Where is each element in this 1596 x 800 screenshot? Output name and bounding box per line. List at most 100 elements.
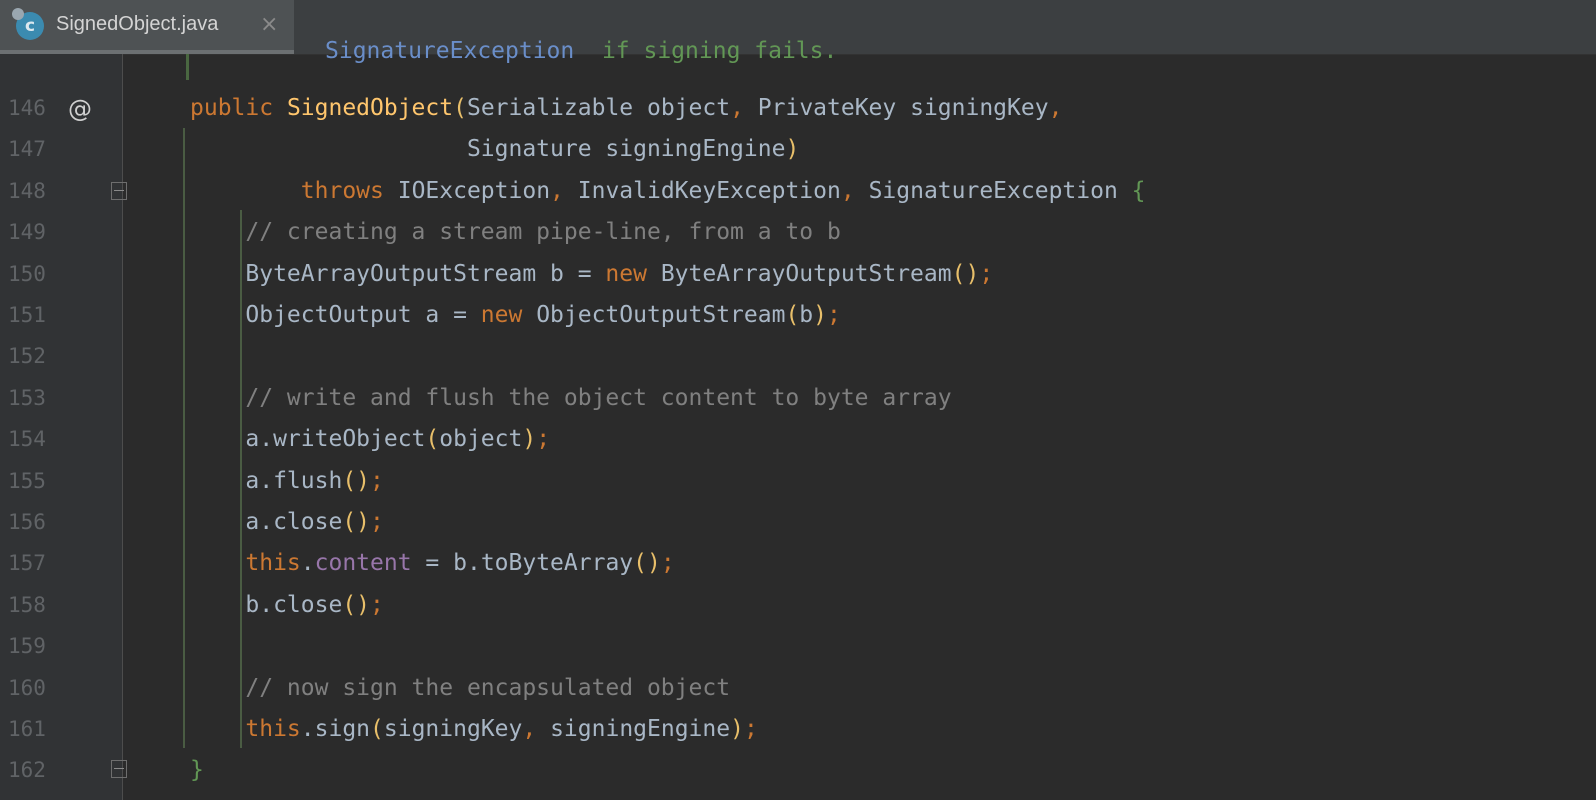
- code-token: ;: [370, 509, 384, 535]
- code-token: ,: [730, 95, 758, 121]
- code-token: ,: [522, 716, 551, 742]
- code-token: .sign: [300, 716, 371, 742]
- code-line[interactable]: 155 a.flush();: [0, 460, 1596, 502]
- code-token: ByteArrayOutputStream: [660, 260, 952, 287]
- code-line[interactable]: 153 // write and flush the object conten…: [0, 377, 1596, 419]
- code-token: // creating a stream pipe-line, from a t…: [190, 219, 841, 246]
- code-token: SignedObject: [286, 95, 454, 121]
- code-text: // write and flush the object content to…: [190, 377, 952, 419]
- code-text: ObjectOutput a = new ObjectOutputStream(…: [190, 294, 841, 336]
- code-token: ): [785, 136, 800, 163]
- line-number: 159: [8, 634, 46, 659]
- code-token: // now sign the encapsulated object: [190, 674, 731, 701]
- code-text: b.close();: [190, 584, 384, 626]
- code-token: new: [480, 302, 537, 328]
- code-token: (): [342, 591, 371, 618]
- code-token: ,: [840, 177, 869, 204]
- code-text: Signature signingEngine): [190, 128, 799, 170]
- code-token: (: [425, 426, 440, 453]
- code-token: ): [522, 426, 537, 453]
- code-token: (): [342, 467, 371, 494]
- code-token: this: [190, 716, 301, 742]
- code-text: a.writeObject(object);: [190, 418, 550, 460]
- code-text: throws IOException, InvalidKeyException,…: [190, 170, 1146, 212]
- code-editor[interactable]: 146 public SignedObject(Serializable obje…: [0, 0, 1596, 800]
- line-number: 160: [8, 675, 46, 700]
- line-number: 157: [8, 551, 46, 576]
- code-token: Serializable object: [466, 95, 731, 121]
- code-token: a.flush: [190, 467, 343, 494]
- code-token: ): [813, 302, 828, 328]
- code-token: b.close: [190, 591, 343, 618]
- line-number: 152: [8, 344, 46, 369]
- code-token: (: [785, 302, 800, 328]
- code-text: a.close();: [190, 501, 384, 543]
- line-number: 154: [8, 427, 46, 452]
- code-line[interactable]: 148 throws IOException, InvalidKeyExcept…: [0, 170, 1596, 212]
- code-token: ByteArrayOutputStream b =: [190, 260, 606, 287]
- code-line[interactable]: 154 a.writeObject(object);: [0, 418, 1596, 460]
- code-text: // now sign the encapsulated object: [190, 667, 730, 709]
- code-line[interactable]: 160 // now sign the encapsulated object: [0, 667, 1596, 709]
- code-token: this: [190, 550, 301, 577]
- line-number: 161: [8, 717, 46, 741]
- code-text: // creating a stream pipe-line, from a t…: [190, 211, 841, 253]
- code-token: SignatureException: [868, 177, 1132, 204]
- code-token: throws: [190, 177, 398, 204]
- code-token: object: [439, 426, 523, 453]
- code-token: (: [370, 716, 384, 742]
- code-text: public SignedObject(Serializable object,…: [190, 87, 1062, 129]
- code-line[interactable]: 150 ByteArrayOutputStream b = new ByteAr…: [0, 253, 1596, 295]
- code-token: ObjectOutputStream: [536, 302, 786, 328]
- code-token: content: [314, 550, 412, 577]
- code-text: this.sign(signingKey, signingEngine);: [190, 708, 758, 750]
- line-number: 151: [8, 303, 46, 327]
- code-text: }: [190, 749, 204, 791]
- line-number: 156: [8, 510, 46, 534]
- code-token: public: [190, 95, 287, 121]
- code-token: PrivateKey signingKey: [757, 95, 1049, 121]
- line-number: 158: [8, 592, 46, 617]
- code-token: // write and flush the object content to…: [190, 384, 952, 411]
- code-line[interactable]: 152: [0, 335, 1596, 377]
- code-text: ByteArrayOutputStream b = new ByteArrayO…: [190, 253, 993, 295]
- code-token: = b.toByteArray: [411, 550, 634, 577]
- line-number: 149: [8, 220, 46, 245]
- code-token: ;: [743, 716, 758, 742]
- code-token: IOException: [397, 177, 551, 204]
- code-token: ): [730, 716, 744, 742]
- code-token: ;: [827, 302, 841, 328]
- code-token: (): [633, 550, 661, 577]
- code-token: ,: [1048, 95, 1063, 121]
- code-text: a.flush();: [190, 460, 384, 502]
- code-line[interactable]: 157 this.content = b.toByteArray();: [0, 542, 1596, 584]
- line-number: 162: [8, 758, 46, 783]
- line-number: 155: [8, 468, 46, 493]
- code-line[interactable]: 162}: [0, 749, 1596, 791]
- code-line[interactable]: 156 a.close();: [0, 501, 1596, 543]
- code-line[interactable]: 146 public SignedObject(Serializable obje…: [0, 87, 1596, 129]
- code-text: this.content = b.toByteArray();: [190, 542, 675, 584]
- code-token: .: [300, 550, 315, 577]
- code-token: {: [1131, 177, 1146, 204]
- code-line[interactable]: 161 this.sign(signingKey, signingEngine)…: [0, 708, 1596, 750]
- code-line[interactable]: 149 // creating a stream pipe-line, from…: [0, 211, 1596, 253]
- code-token: (): [951, 260, 980, 287]
- code-token: b: [799, 302, 814, 328]
- code-token: ;: [536, 426, 551, 453]
- code-token: ;: [979, 260, 994, 287]
- code-line[interactable]: 151 ObjectOutput a = new ObjectOutputStr…: [0, 294, 1596, 336]
- code-token: }: [190, 757, 204, 784]
- code-token: ;: [370, 467, 384, 494]
- code-token: (): [342, 509, 371, 535]
- code-token: ObjectOutput a =: [190, 302, 481, 328]
- code-token: a.close: [190, 509, 343, 535]
- line-number: 147: [8, 137, 46, 162]
- line-number: 150: [8, 261, 46, 286]
- code-line[interactable]: 159: [0, 625, 1596, 667]
- code-line[interactable]: 147 Signature signingEngine): [0, 128, 1596, 170]
- code-line[interactable]: 158 b.close();: [0, 584, 1596, 626]
- code-token: InvalidKeyException: [577, 177, 841, 204]
- code-token: ;: [660, 550, 675, 577]
- code-token: (: [453, 95, 467, 121]
